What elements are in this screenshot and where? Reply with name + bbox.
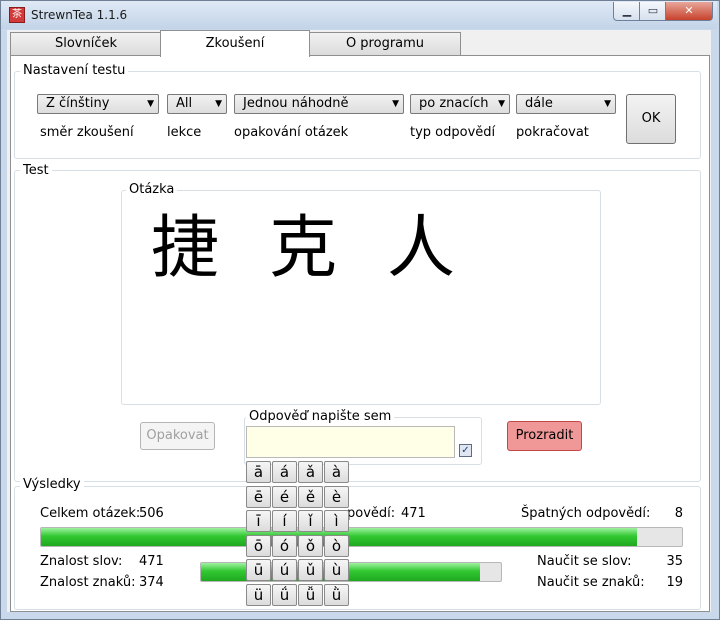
wrong-answers-value: 8: [674, 506, 683, 521]
question-title: Otázka: [126, 182, 178, 197]
diacritic-key[interactable]: ú: [272, 559, 297, 581]
maximize-icon: ▭: [647, 4, 659, 17]
answer-type-select[interactable]: po znacích ▼: [410, 94, 510, 114]
char-knowledge-label: Znalost znaků:: [40, 575, 136, 590]
diacritic-key[interactable]: ū: [246, 559, 271, 581]
diacritic-key[interactable]: ì: [324, 510, 349, 532]
pinyin-tone-keyboard: āáǎà ēéěè īíǐì ōóǒò ūúǔù üǘǚǜ: [246, 461, 350, 609]
answer-title: Odpověď napište sem: [246, 409, 395, 424]
test-group-title: Test: [20, 163, 52, 178]
continue-value: dále: [525, 96, 553, 111]
question-character: 捷: [141, 199, 229, 299]
diacritic-key[interactable]: ù: [324, 559, 349, 581]
diacritic-key[interactable]: ǘ: [272, 583, 297, 606]
dropdown-arrow-icon: ▼: [392, 99, 399, 109]
diacritic-key[interactable]: ō: [246, 534, 271, 557]
repeat-button[interactable]: Opakovat: [140, 422, 215, 450]
dropdown-arrow-icon: ▼: [498, 99, 505, 109]
answer-checkbox[interactable]: ✓: [459, 444, 472, 457]
minimize-button[interactable]: ▁: [613, 2, 641, 21]
results-group: [14, 486, 701, 610]
continue-caption: pokračovat: [516, 125, 589, 140]
question-character: 克: [259, 199, 347, 299]
title-bar[interactable]: 茶 StrewnTea 1.1.6 ▁ ▭ ✕: [1, 1, 717, 29]
direction-value: Z čínštiny: [46, 96, 110, 111]
total-questions-value: 506: [139, 506, 164, 521]
results-group-title: Výsledky: [20, 477, 84, 492]
diacritic-key[interactable]: ü: [246, 583, 271, 606]
ok-button[interactable]: OK: [626, 94, 676, 144]
lesson-value: All: [176, 96, 193, 111]
learn-words-label: Naučit se slov:: [537, 554, 632, 569]
repeat-caption: opakování otázek: [234, 125, 349, 140]
question-character: 人: [377, 199, 465, 299]
diacritic-key[interactable]: ǜ: [324, 583, 349, 606]
word-knowledge-label: Znalost slov:: [40, 554, 123, 569]
answers-progress-bar: [40, 527, 683, 547]
correct-answers-value: 471: [401, 506, 426, 521]
repeat-value: Jednou náhodně: [243, 96, 349, 111]
answer-type-caption: typ odpovědí: [410, 125, 496, 140]
window-title: StrewnTea 1.1.6: [31, 8, 128, 22]
checkmark-icon: ✓: [461, 445, 470, 456]
diacritic-key[interactable]: ī: [246, 510, 271, 532]
tab-o-programu[interactable]: O programu: [309, 32, 461, 55]
tab-slovnicek[interactable]: Slovníček: [10, 32, 162, 55]
learn-chars-label: Naučit se znaků:: [537, 575, 645, 590]
diacritic-key[interactable]: ē: [246, 485, 271, 508]
diacritic-key[interactable]: é: [272, 485, 297, 508]
diacritic-key[interactable]: ǎ: [298, 461, 323, 483]
dropdown-arrow-icon: ▼: [215, 99, 222, 109]
wrong-answers-label: Špatných odpovědí:: [521, 506, 651, 521]
continue-select[interactable]: dále ▼: [516, 94, 616, 114]
repeat-select[interactable]: Jednou náhodně ▼: [234, 94, 404, 114]
maximize-button[interactable]: ▭: [639, 2, 667, 21]
client-area: Slovníček Zkoušení O programu Nastavení …: [7, 30, 711, 612]
diacritic-key[interactable]: ǐ: [298, 510, 323, 532]
reveal-button[interactable]: Prozradit: [507, 421, 582, 451]
diacritic-key[interactable]: ò: [324, 534, 349, 557]
diacritic-key[interactable]: ě: [298, 485, 323, 508]
settings-group-title: Nastavení testu: [20, 63, 129, 78]
close-button[interactable]: ✕: [665, 2, 713, 21]
diacritic-key[interactable]: ó: [272, 534, 297, 557]
diacritic-key[interactable]: í: [272, 510, 297, 532]
learn-chars-value: 19: [666, 575, 683, 590]
diacritic-key[interactable]: á: [272, 461, 297, 483]
dropdown-arrow-icon: ▼: [604, 99, 611, 109]
tab-panel: Nastavení testu Z čínštiny ▼ All ▼ Jednou …: [10, 55, 710, 612]
minimize-icon: ▁: [622, 4, 632, 17]
char-knowledge-value: 374: [139, 575, 164, 590]
correct-answers-label: povědí:: [347, 506, 396, 521]
word-knowledge-value: 471: [139, 554, 164, 569]
answer-input[interactable]: [246, 426, 455, 458]
close-icon: ✕: [684, 4, 694, 17]
diacritic-key[interactable]: è: [324, 485, 349, 508]
direction-caption: směr zkoušení: [40, 125, 134, 140]
diacritic-key[interactable]: ǒ: [298, 534, 323, 557]
learn-words-value: 35: [666, 554, 683, 569]
total-questions-label: Celkem otázek:: [40, 506, 141, 521]
lesson-select[interactable]: All ▼: [167, 94, 227, 114]
lesson-caption: lekce: [167, 125, 202, 140]
diacritic-key[interactable]: ā: [246, 461, 271, 483]
answer-type-value: po znacích: [419, 96, 489, 111]
direction-select[interactable]: Z čínštiny ▼: [37, 94, 159, 114]
app-seal-icon: 茶: [9, 7, 25, 23]
diacritic-key[interactable]: ǔ: [298, 559, 323, 581]
settings-group: [14, 71, 701, 159]
dropdown-arrow-icon: ▼: [147, 99, 154, 109]
diacritic-key[interactable]: ǚ: [298, 583, 323, 606]
diacritic-key[interactable]: à: [324, 461, 349, 483]
tab-zkouseni[interactable]: Zkoušení: [160, 30, 310, 57]
